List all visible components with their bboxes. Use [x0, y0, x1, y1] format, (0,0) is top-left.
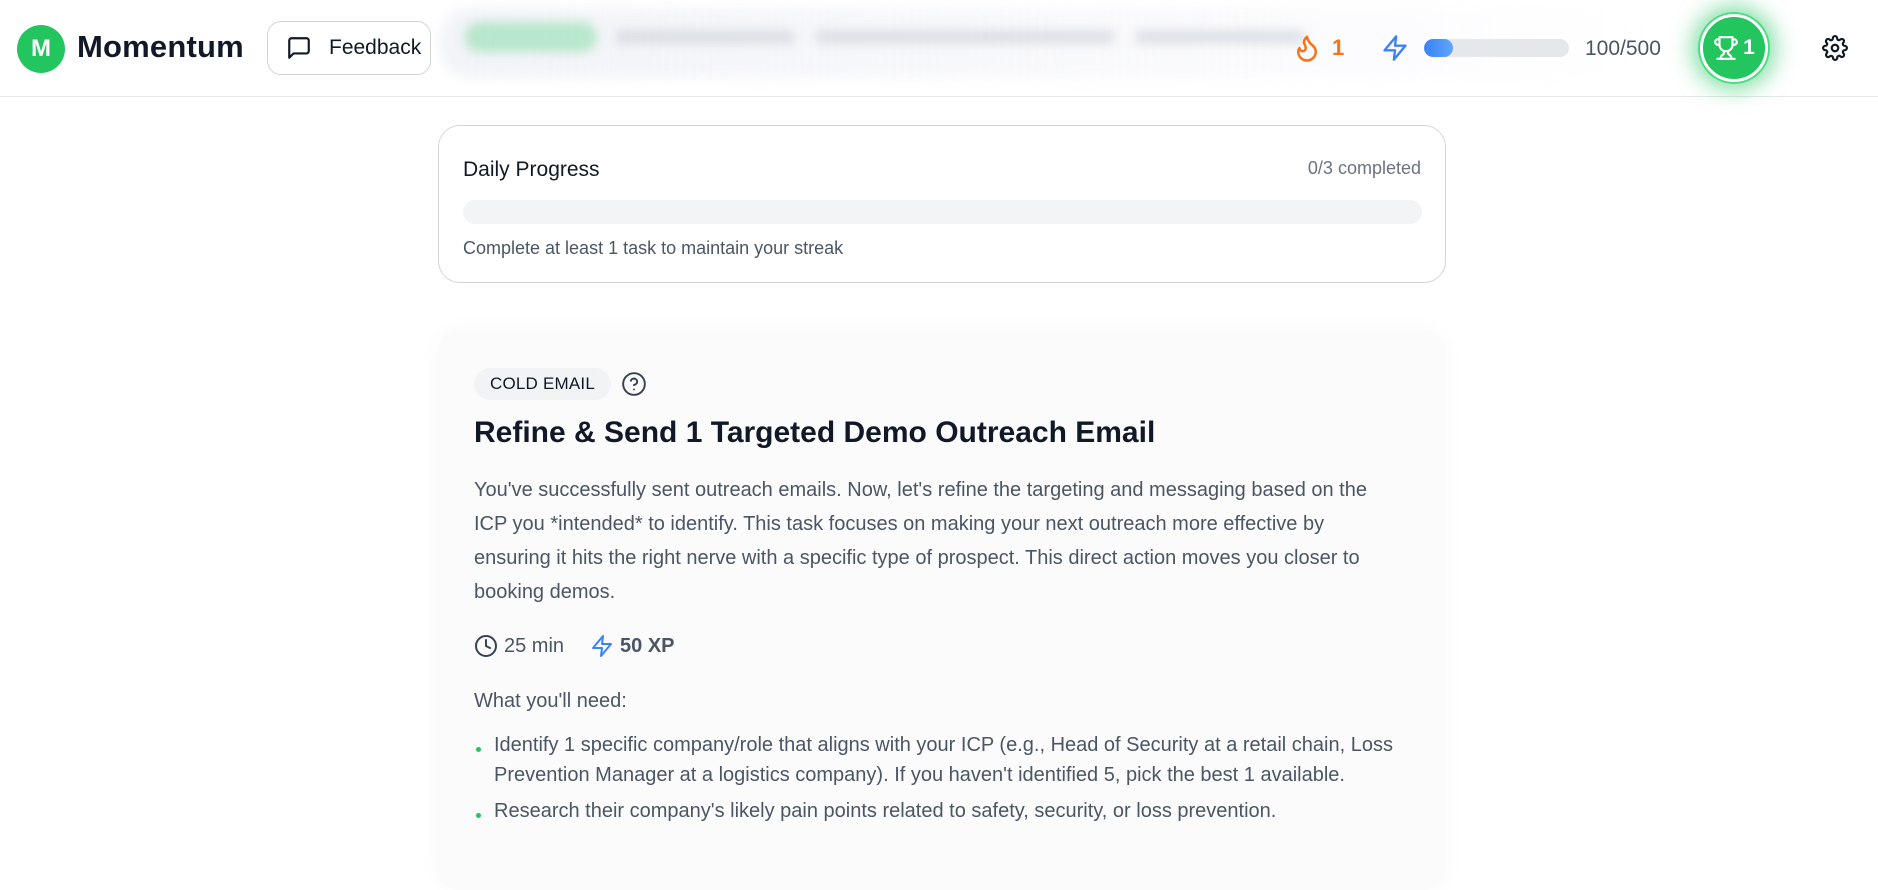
daily-progress-count: 0/3 completed — [1307, 158, 1421, 178]
task-card[interactable]: COLD EMAIL Refine & Send 1 Targeted Demo… — [438, 330, 1446, 890]
blurred-text — [1135, 30, 1305, 44]
blurred-pill — [465, 22, 597, 52]
task-meta: 25 min 50 XP — [474, 634, 675, 658]
daily-progress-bar — [463, 200, 1422, 224]
help-circle-icon[interactable] — [621, 371, 647, 397]
list-item: Research their company's likely pain poi… — [474, 796, 1404, 826]
xp-progress-bar — [1424, 39, 1569, 57]
task-duration: 25 min — [504, 634, 565, 657]
bullet-dot — [476, 747, 481, 752]
xp-progress-fill — [1424, 39, 1453, 57]
app-name[interactable]: Momentum — [77, 29, 244, 65]
trophy-count: 1 — [1743, 36, 1755, 59]
list-item-text: Research their company's likely pain poi… — [494, 800, 1277, 822]
bullet-dot — [476, 813, 481, 818]
blurred-text — [615, 30, 795, 44]
list-item-text: Identify 1 specific company/role that al… — [494, 734, 1393, 786]
needs-list: Identify 1 specific company/role that al… — [474, 730, 1404, 832]
app-logo[interactable]: M — [17, 25, 65, 73]
needs-label: What you'll need: — [474, 690, 627, 712]
xp-progress-text: 100/500 — [1585, 37, 1661, 60]
top-header: M Momentum Feedback 1 100/500 1 — [0, 0, 1878, 97]
daily-progress-hint: Complete at least 1 task to maintain you… — [463, 238, 844, 258]
feedback-label: Feedback — [329, 36, 422, 59]
lightning-icon — [1383, 35, 1407, 61]
daily-progress-title: Daily Progress — [463, 158, 600, 181]
feedback-button[interactable]: Feedback — [267, 21, 431, 75]
blurred-text — [815, 30, 1115, 44]
trophy-icon — [1714, 36, 1739, 60]
flame-icon — [1297, 35, 1317, 62]
trophy-button[interactable]: 1 — [1700, 14, 1768, 82]
list-item: Identify 1 specific company/role that al… — [474, 730, 1404, 790]
task-description: You've successfully sent outreach emails… — [474, 479, 1367, 603]
task-xp: 50 XP — [620, 634, 675, 657]
daily-progress-card: Daily Progress 0/3 completed Complete at… — [438, 125, 1446, 283]
streak-count: 1 — [1332, 35, 1345, 60]
chat-icon — [288, 37, 310, 59]
task-title: Refine & Send 1 Targeted Demo Outreach E… — [474, 416, 1156, 449]
streak-counter[interactable]: 1 — [1292, 32, 1344, 64]
clock-icon — [475, 635, 497, 657]
gear-icon[interactable] — [1822, 35, 1848, 61]
category-badge: COLD EMAIL — [474, 368, 611, 400]
lightning-icon — [592, 635, 613, 657]
